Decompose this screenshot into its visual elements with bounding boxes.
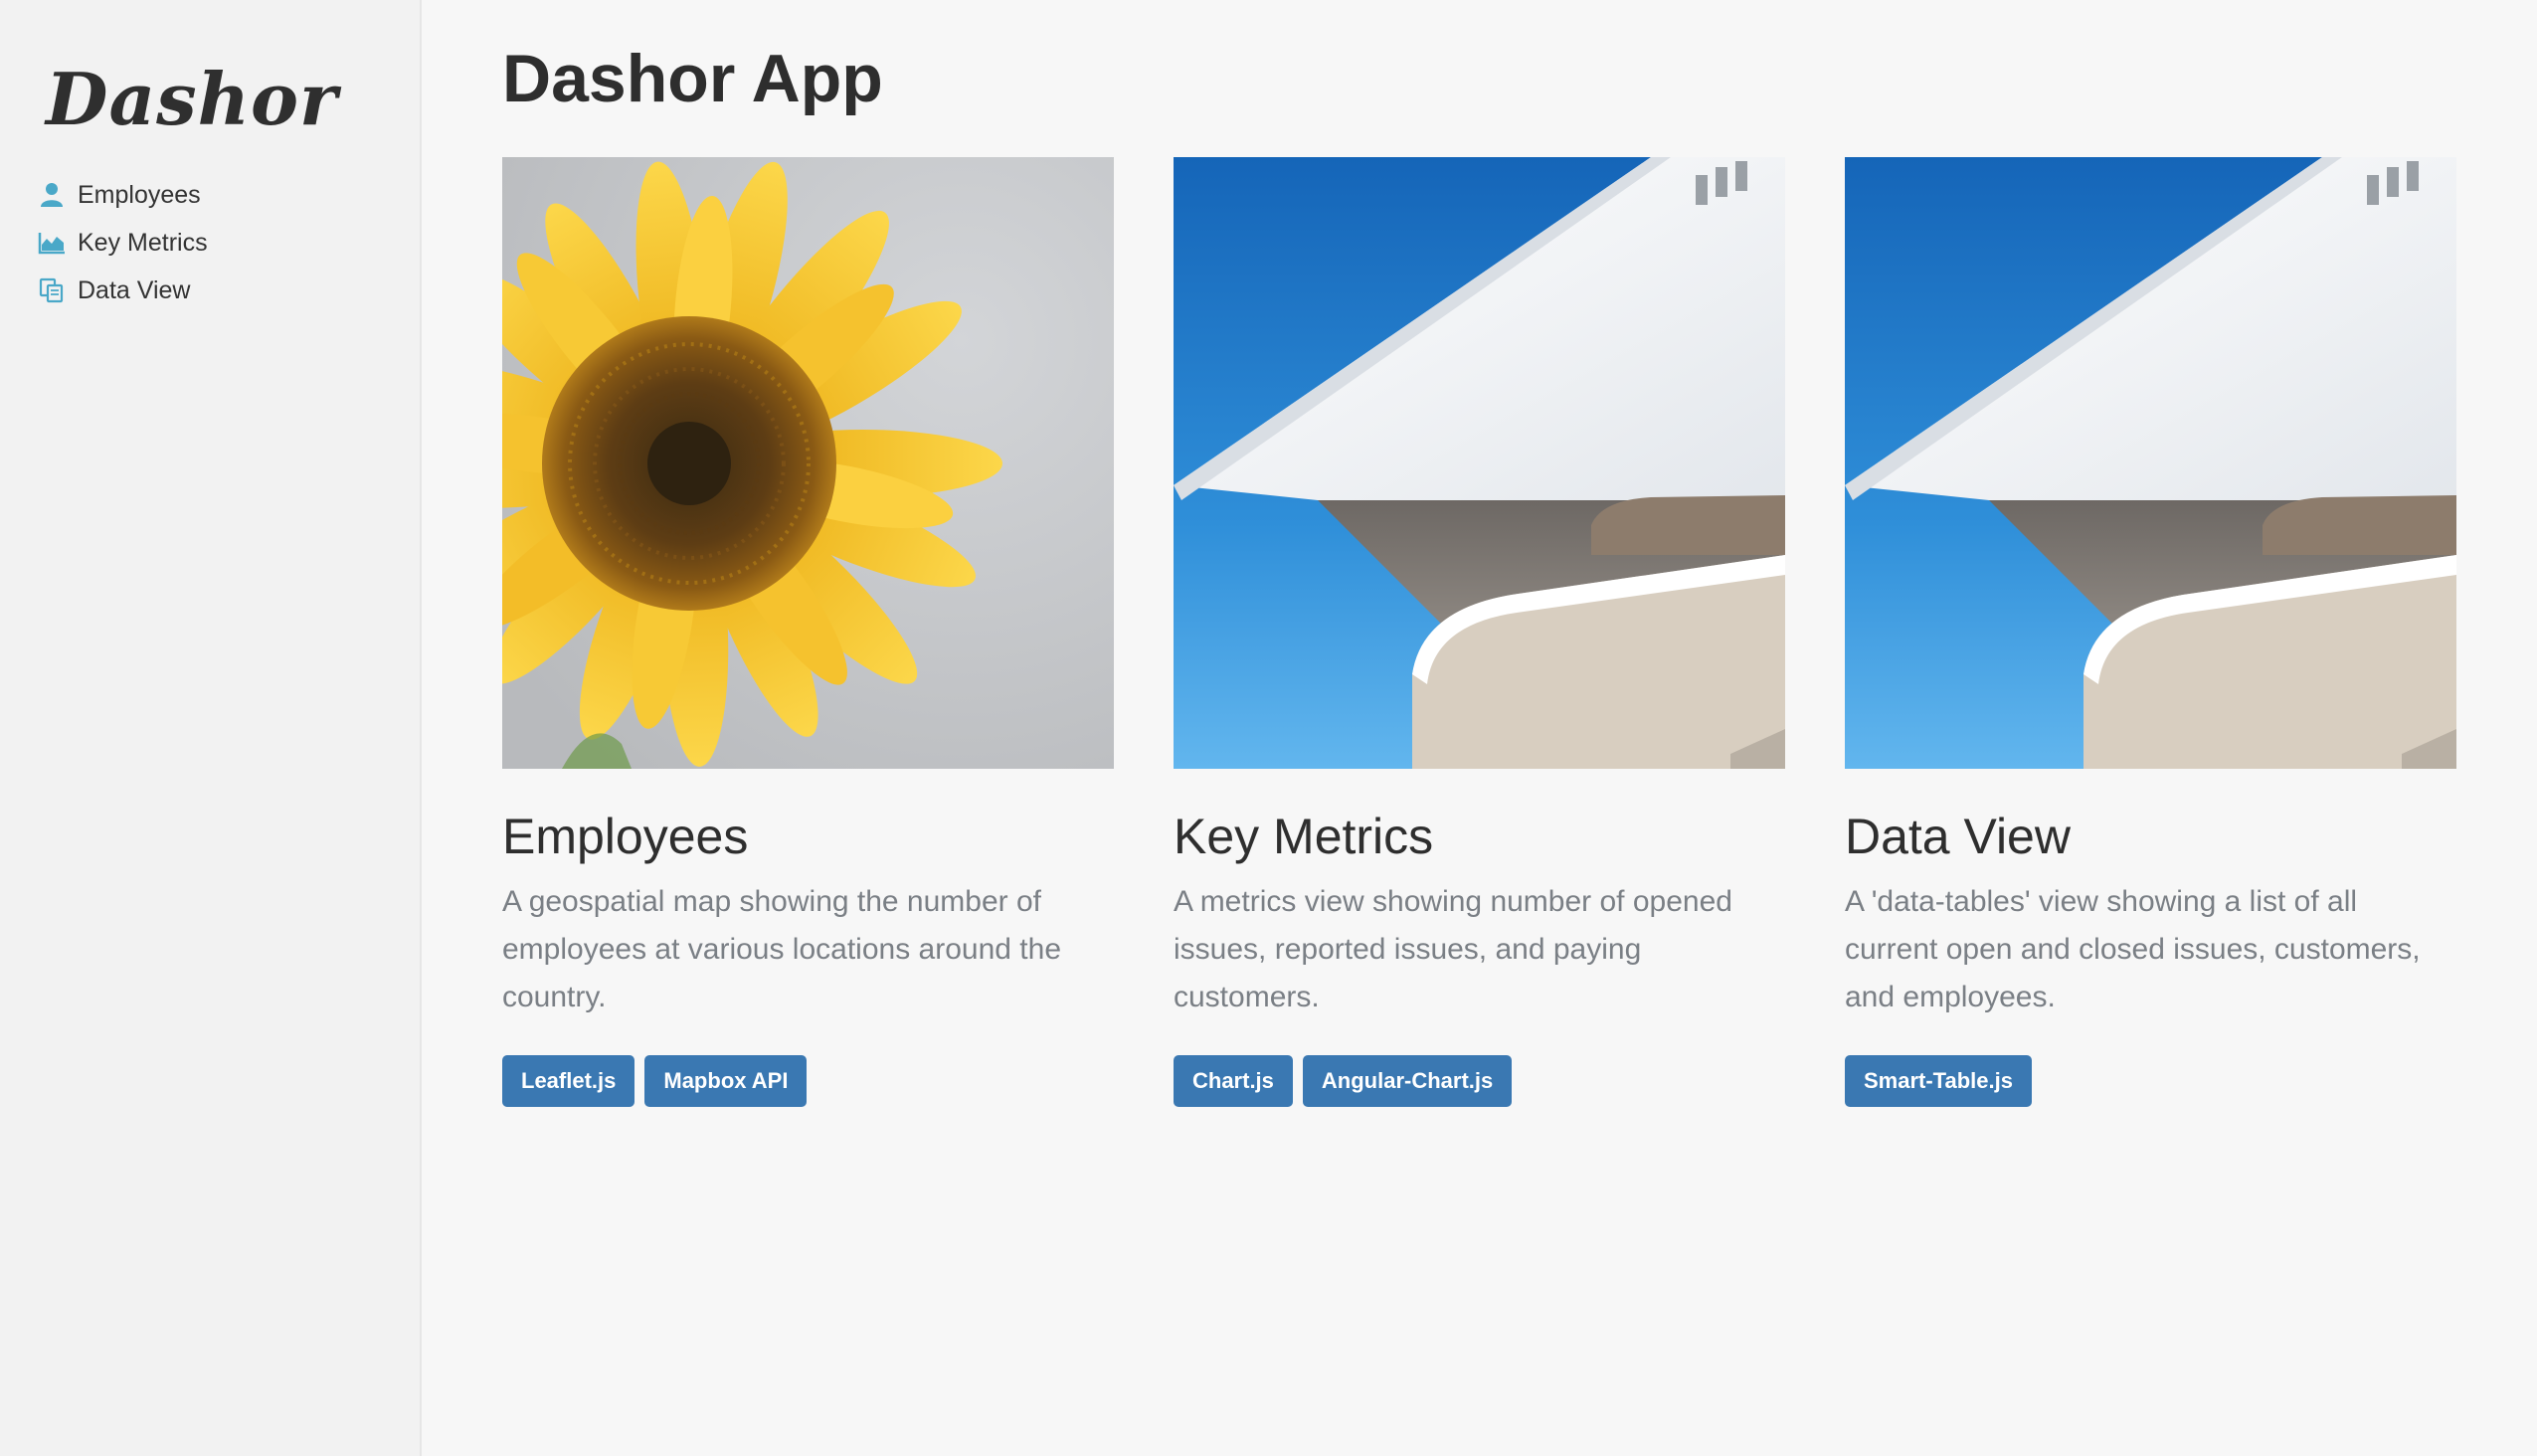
sidebar-item-data-view[interactable]: Data View	[38, 267, 208, 314]
card-title[interactable]: Key Metrics	[1174, 807, 1785, 866]
card-key-metrics: Key Metrics A metrics view showing numbe…	[1174, 157, 1785, 1107]
sidebar-item-label: Employees	[78, 180, 201, 209]
tag-list: Smart-Table.js	[1845, 1055, 2456, 1107]
copy-icon	[38, 276, 66, 304]
sidebar-item-employees[interactable]: Employees	[38, 171, 208, 219]
card-title[interactable]: Employees	[502, 807, 1114, 866]
tag-smart-table-js[interactable]: Smart-Table.js	[1845, 1055, 2032, 1107]
card-employees: Employees A geospatial map showing the n…	[502, 157, 1114, 1107]
sidebar: Dashor Employees Key Metrics Data View	[0, 0, 422, 1456]
architecture-image[interactable]	[1845, 157, 2456, 769]
tag-mapbox-api[interactable]: Mapbox API	[644, 1055, 808, 1107]
card-title[interactable]: Data View	[1845, 807, 2456, 866]
tag-list: Leaflet.js Mapbox API	[502, 1055, 1114, 1107]
area-chart-icon	[38, 229, 66, 257]
sidebar-item-label: Key Metrics	[78, 228, 208, 257]
tag-list: Chart.js Angular-Chart.js	[1174, 1055, 1785, 1107]
card-data-view: Data View A 'data-tables' view showing a…	[1845, 157, 2456, 1107]
app-root: Dashor Employees Key Metrics Data View D…	[0, 0, 2537, 1456]
page-title: Dashor App	[502, 41, 883, 116]
logo[interactable]: Dashor	[46, 64, 338, 135]
tag-chart-js[interactable]: Chart.js	[1174, 1055, 1293, 1107]
tag-leaflet[interactable]: Leaflet.js	[502, 1055, 635, 1107]
sidebar-item-key-metrics[interactable]: Key Metrics	[38, 219, 208, 267]
card-description: A metrics view showing number of opened …	[1174, 885, 1732, 1013]
sidebar-item-label: Data View	[78, 275, 191, 304]
architecture-image[interactable]	[1174, 157, 1785, 769]
card-description: A geospatial map showing the number of e…	[502, 885, 1062, 1013]
sidebar-nav: Employees Key Metrics Data View	[38, 171, 208, 314]
tag-angular-chart-js[interactable]: Angular-Chart.js	[1302, 1055, 1513, 1107]
card-description: A 'data-tables' view showing a list of a…	[1845, 885, 2421, 1013]
user-icon	[38, 181, 66, 209]
sunflower-image[interactable]	[502, 157, 1114, 769]
